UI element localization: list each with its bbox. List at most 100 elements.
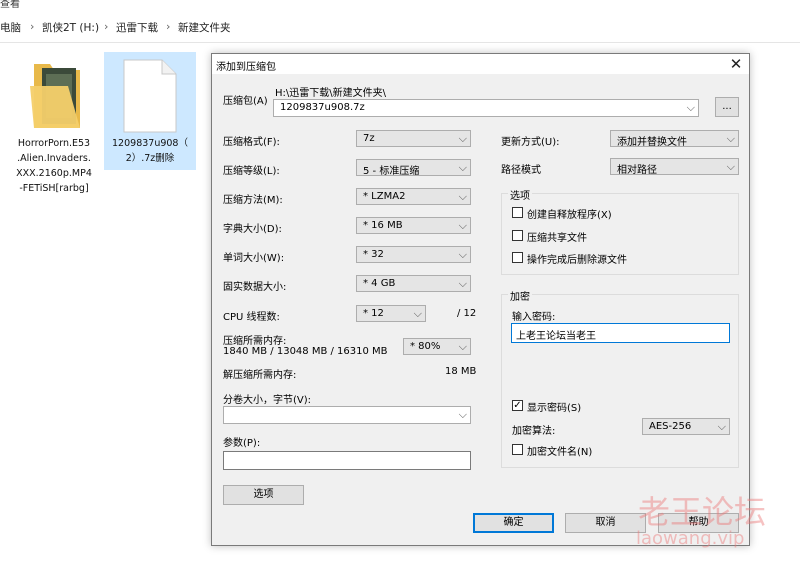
show-password-checkbox[interactable]: ✓ (512, 400, 523, 411)
chevron-down-icon: ⌵ (458, 132, 467, 145)
file-name-line: HorrorPorn.E53 (17, 138, 91, 149)
path-mode-value: 相对路径 (617, 165, 657, 176)
chevron-down-icon: ⌵ (458, 340, 467, 353)
mem-usage-combo[interactable]: * 80% ⌵ (403, 338, 471, 355)
watermark-title: 老王论坛 (638, 493, 767, 531)
chevron-down-icon: ⌵ (458, 219, 467, 232)
params-input[interactable] (223, 451, 471, 470)
breadcrumb-item-pc[interactable]: 电脑 (0, 20, 21, 35)
breadcrumb-item-downloads[interactable]: 迅雷下载 (116, 20, 158, 35)
shared-files-label[interactable]: 压缩共享文件 (527, 229, 587, 244)
chevron-down-icon: ⌵ (413, 307, 422, 320)
mem-usage-value: * 80% (410, 341, 441, 352)
breadcrumb-item-folder[interactable]: 新建文件夹 (178, 20, 231, 35)
encryption-method-label: 加密算法: (512, 426, 556, 437)
chevron-down-icon: ⌵ (717, 420, 726, 433)
chevron-down-icon: ⌵ (726, 160, 735, 173)
breadcrumb-item-drive[interactable]: 凯侠2T (H:) (42, 20, 99, 35)
archive-label: 压缩包(A) (223, 96, 268, 107)
cpu-threads-max: / 12 (457, 308, 477, 319)
word-size-label: 单词大小(W): (223, 253, 285, 264)
solid-size-value: * 4 GB (363, 278, 396, 289)
level-label: 压缩等级(L): (223, 166, 280, 177)
encrypt-names-label[interactable]: 加密文件名(N) (527, 443, 592, 458)
chevron-down-icon[interactable]: ⌵ (687, 101, 695, 115)
chevron-right-icon: › (30, 20, 35, 33)
breadcrumb: 电脑 › 凯侠2T (H:) › 迅雷下载 › 新建文件夹 (0, 10, 800, 43)
chevron-down-icon: ⌵ (726, 132, 735, 145)
volume-size-combo[interactable]: ⌵ (223, 406, 471, 424)
solid-size-label: 固实数据大小: (223, 282, 287, 293)
params-label: 参数(P): (223, 438, 261, 449)
cpu-threads-value: * 12 (363, 308, 384, 319)
dictionary-value: * 16 MB (363, 220, 403, 231)
solid-size-combo[interactable]: * 4 GB ⌵ (356, 275, 471, 292)
document-icon (123, 59, 177, 133)
update-mode-value: 添加并替换文件 (617, 137, 687, 148)
encryption-group-title: 加密 (508, 288, 532, 303)
format-value: 7z (363, 133, 375, 144)
sfx-checkbox[interactable] (512, 207, 523, 218)
show-password-label[interactable]: 显示密码(S) (527, 399, 581, 414)
level-value: 5 - 标准压缩 (363, 166, 420, 177)
method-value: * LZMA2 (363, 191, 406, 202)
dictionary-combo[interactable]: * 16 MB ⌵ (356, 217, 471, 234)
ok-button[interactable]: 确定 (473, 513, 554, 533)
chevron-right-icon: › (104, 20, 109, 33)
archive-name-value: 1209837u908.7z (280, 102, 365, 113)
cpu-threads-combo[interactable]: * 12 ⌵ (356, 305, 426, 322)
word-size-value: * 32 (363, 249, 384, 260)
mem-compress-detail: 1840 MB / 13048 MB / 16310 MB (223, 346, 388, 357)
method-combo[interactable]: * LZMA2 ⌵ (356, 188, 471, 205)
dialog-titlebar: 添加到压缩包 ✕ (212, 54, 749, 74)
sfx-label[interactable]: 创建自释放程序(X) (527, 206, 612, 221)
cpu-threads-label: CPU 线程数: (223, 312, 280, 323)
cancel-button[interactable]: 取消 (565, 513, 646, 533)
file-name-line: 1209837u908（ (112, 138, 188, 149)
level-combo[interactable]: 5 - 标准压缩 ⌵ (356, 159, 471, 177)
close-icon[interactable]: ✕ (727, 55, 745, 73)
explorer-top-text: 查看 (0, 0, 20, 10)
delete-after-checkbox[interactable] (512, 252, 523, 263)
add-to-archive-dialog: 添加到压缩包 ✕ 压缩包(A) H:\迅雷下载\新建文件夹\ 1209837u9… (211, 53, 750, 546)
watermark-url: laowang.vip (636, 528, 745, 549)
encryption-method-combo[interactable]: AES-256 ⌵ (642, 418, 730, 435)
file-name-line: .Alien.Invaders. (17, 153, 91, 164)
chevron-down-icon: ⌵ (458, 408, 467, 421)
chevron-down-icon: ⌵ (458, 277, 467, 290)
update-mode-label: 更新方式(U): (501, 137, 560, 148)
file-name-line: -FETiSH[rarbg] (19, 183, 89, 194)
archive-name-combo[interactable]: 1209837u908.7z ⌵ (273, 99, 699, 117)
word-size-combo[interactable]: * 32 ⌵ (356, 246, 471, 263)
encryption-method-value: AES-256 (649, 421, 692, 432)
options-button[interactable]: 选项 (223, 485, 304, 505)
file-name-line: 2）.7z删除 (125, 153, 175, 164)
format-label: 压缩格式(F): (223, 137, 280, 148)
options-group-title: 选项 (508, 187, 532, 202)
password-value: 上老王论坛当老王 (516, 331, 596, 342)
path-mode-label: 路径模式 (501, 165, 541, 176)
chevron-down-icon: ⌵ (458, 248, 467, 261)
mem-compress-label: 压缩所需内存: (223, 336, 287, 347)
file-item-7z[interactable]: 1209837u908（ 2）.7z删除 (104, 52, 196, 170)
volume-size-label: 分卷大小，字节(V): (223, 395, 312, 406)
shared-files-checkbox[interactable] (512, 230, 523, 241)
chevron-right-icon: › (166, 20, 171, 33)
archive-path: H:\迅雷下载\新建文件夹\ (275, 88, 386, 99)
chevron-down-icon: ⌵ (458, 161, 467, 174)
password-input[interactable]: 上老王论坛当老王 (511, 323, 730, 343)
dictionary-label: 字典大小(D): (223, 224, 282, 235)
update-mode-combo[interactable]: 添加并替换文件 ⌵ (610, 130, 739, 148)
mem-decompress-label: 解压缩所需内存: (223, 370, 297, 381)
browse-button[interactable]: ... (715, 97, 739, 117)
mem-decompress-value: 18 MB (445, 366, 477, 377)
path-mode-combo[interactable]: 相对路径 ⌵ (610, 158, 739, 176)
chevron-down-icon: ⌵ (458, 190, 467, 203)
delete-after-label[interactable]: 操作完成后删除源文件 (527, 251, 627, 266)
file-item-folder[interactable]: HorrorPorn.E53 .Alien.Invaders. XXX.2160… (8, 52, 100, 202)
file-name-line: XXX.2160p.MP4 (16, 168, 92, 179)
dialog-title: 添加到压缩包 (216, 62, 276, 73)
method-label: 压缩方法(M): (223, 195, 283, 206)
format-combo[interactable]: 7z ⌵ (356, 130, 471, 147)
encrypt-names-checkbox[interactable] (512, 444, 523, 455)
